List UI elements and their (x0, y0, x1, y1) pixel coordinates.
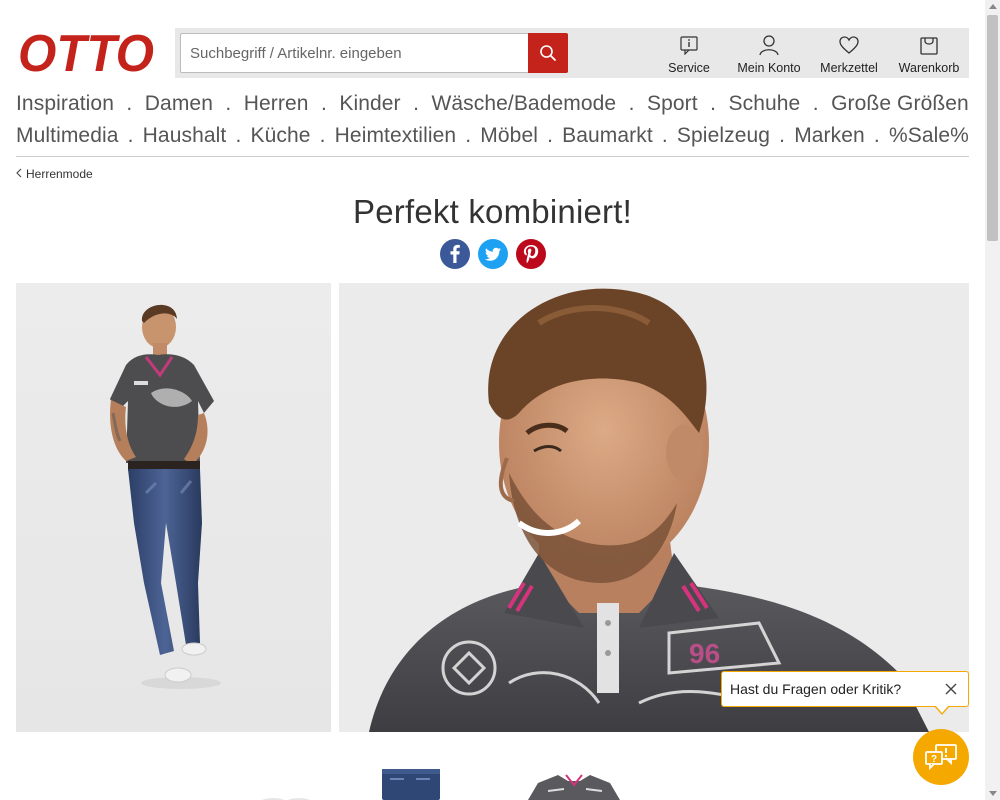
model-full-body-illustration (110, 304, 221, 689)
category-spielzeug[interactable]: Spielzeug (677, 124, 770, 148)
search-input[interactable] (181, 34, 527, 72)
category-separator: . (320, 92, 327, 115)
product-image-closeup[interactable]: 96 (339, 283, 969, 732)
nav-divider (16, 156, 969, 157)
product-thumb-jeans[interactable] (380, 769, 442, 800)
info-icon (678, 34, 700, 56)
bag-icon (918, 34, 940, 56)
category-nav-row-1: Inspiration . Damen . Herren . Kinder . … (16, 89, 969, 119)
bubble-tail-inner (935, 705, 949, 713)
search-box (180, 33, 568, 73)
category-separator: . (465, 124, 472, 147)
page-scrollbar[interactable] (985, 0, 1000, 800)
category-separator: . (225, 92, 232, 115)
scroll-up-icon[interactable] (989, 4, 997, 9)
account-label: Mein Konto (737, 61, 801, 75)
category-separator: . (628, 92, 635, 115)
category-kueche[interactable]: Küche (250, 124, 310, 148)
wishlist-label: Merkzettel (820, 61, 878, 75)
scroll-down-icon[interactable] (989, 791, 997, 796)
search-button[interactable] (528, 33, 568, 73)
category-haushalt[interactable]: Haushalt (143, 124, 227, 148)
heart-icon (838, 34, 860, 56)
breadcrumb-label: Herrenmode (26, 167, 93, 181)
category-damen[interactable]: Damen (145, 92, 213, 116)
category-separator: . (812, 92, 819, 115)
category-moebel[interactable]: Möbel (480, 124, 538, 148)
category-inspiration[interactable]: Inspiration (16, 92, 114, 116)
account-link[interactable]: Mein Konto (729, 28, 809, 78)
category-separator: . (779, 124, 786, 147)
category-sport[interactable]: Sport (647, 92, 698, 116)
category-herren[interactable]: Herren (244, 92, 309, 116)
pinterest-share-button[interactable] (516, 239, 546, 269)
facebook-share-button[interactable] (440, 239, 470, 269)
category-separator: . (319, 124, 326, 147)
close-icon[interactable] (942, 680, 960, 698)
product-thumb-polo[interactable] (528, 771, 620, 800)
logo-text: OTTO (18, 27, 154, 77)
feedback-prompt[interactable]: Hast du Fragen oder Kritik? (721, 671, 969, 715)
category-schuhe[interactable]: Schuhe (728, 92, 800, 116)
facebook-icon (450, 244, 460, 263)
category-kinder[interactable]: Kinder (339, 92, 400, 116)
service-link[interactable]: Service (649, 28, 729, 78)
breadcrumb[interactable]: Herrenmode (16, 167, 93, 181)
category-separator: . (126, 92, 133, 115)
social-share (440, 239, 546, 269)
otto-logo[interactable]: OTTO (16, 25, 156, 83)
category-waesche-bademode[interactable]: Wäsche/Bademode (431, 92, 616, 116)
scrollbar-thumb[interactable] (987, 15, 998, 241)
category-sale[interactable]: %Sale% (889, 124, 969, 148)
category-marken[interactable]: Marken (794, 124, 865, 148)
service-label: Service (668, 61, 710, 75)
model-portrait-illustration: 96 (339, 283, 969, 732)
category-separator: . (710, 92, 717, 115)
category-nav-row-2: Multimedia . Haushalt . Küche . Heimtext… (16, 121, 969, 151)
category-separator: . (547, 124, 554, 147)
user-icon (758, 34, 780, 56)
chat-feedback-icon: ? (925, 744, 957, 771)
svg-text:96: 96 (689, 638, 720, 669)
chevron-left-icon (16, 167, 22, 181)
category-separator: . (873, 124, 880, 147)
product-thumb-shoes[interactable] (255, 790, 315, 800)
header-bar: Service Mein Konto Merkzettel (175, 28, 969, 78)
cart-link[interactable]: Warenkorb (889, 28, 969, 78)
feedback-text: Hast du Fragen oder Kritik? (730, 681, 902, 697)
category-separator: . (127, 124, 134, 147)
search-icon (540, 45, 556, 61)
twitter-share-button[interactable] (478, 239, 508, 269)
page-title: Perfekt kombiniert! (353, 193, 632, 230)
category-grosse-groessen[interactable]: Große Größen (831, 92, 969, 116)
category-baumarkt[interactable]: Baumarkt (562, 124, 653, 148)
category-heimtextilien[interactable]: Heimtextilien (335, 124, 457, 148)
feedback-button[interactable]: ? (913, 729, 969, 785)
wishlist-link[interactable]: Merkzettel (809, 28, 889, 78)
category-separator: . (235, 124, 242, 147)
category-separator: . (661, 124, 668, 147)
cart-label: Warenkorb (898, 61, 960, 75)
pinterest-icon (523, 245, 539, 264)
header-nav-icons: Service Mein Konto Merkzettel Warenkorb (649, 28, 969, 78)
category-multimedia[interactable]: Multimedia (16, 124, 119, 148)
twitter-icon (485, 247, 501, 261)
product-image-outfit[interactable] (16, 283, 331, 732)
svg-text:?: ? (931, 754, 937, 765)
category-separator: . (413, 92, 420, 115)
